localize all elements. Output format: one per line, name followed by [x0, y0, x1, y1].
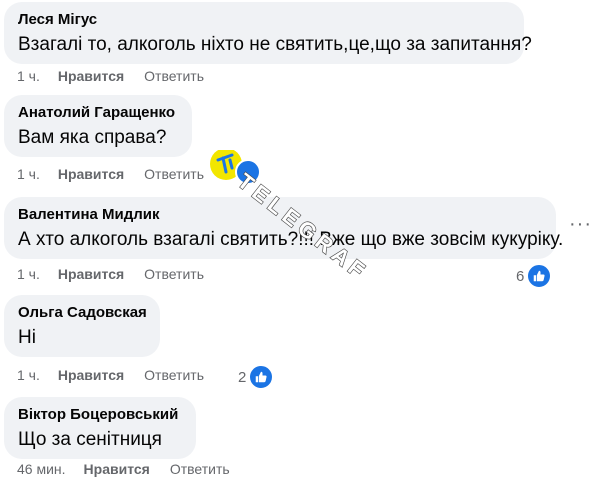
comment-text: Ні: [18, 327, 36, 348]
thumbs-up-icon: [526, 263, 553, 289]
comment-time[interactable]: 1 ч.: [17, 166, 40, 182]
reply-button[interactable]: Ответить: [144, 166, 204, 182]
comment-author[interactable]: Валентина Мидлик: [18, 206, 542, 224]
telegraf-logo-icon: [210, 148, 242, 180]
comment-bubble: Анатолий Гаращенко Вам яка справа?: [4, 95, 192, 157]
comment-actions: 46 мин. Нравится Ответить: [17, 461, 230, 477]
reply-button[interactable]: Ответить: [144, 68, 204, 84]
comment-text: Взагалі то, алкоголь ніхто не святить,це…: [18, 34, 532, 55]
comment-text: Що за сенітниця: [18, 429, 162, 450]
reply-button[interactable]: Ответить: [144, 266, 204, 282]
comment-bubble: Леся Мігус Взагалі то, алкоголь ніхто не…: [4, 2, 532, 64]
like-button[interactable]: Нравится: [58, 266, 124, 282]
reaction-count: 6: [516, 267, 525, 285]
comment-text: Вам яка справа?: [18, 127, 167, 148]
comment-time[interactable]: 1 ч.: [17, 266, 40, 282]
comment-actions: 1 ч. Нравится Ответить: [17, 266, 204, 282]
reply-button[interactable]: Ответить: [144, 367, 204, 383]
comment-bubble: Ольга Садовская Ні: [4, 295, 160, 357]
reaction-count: 2: [238, 368, 247, 386]
comment-actions: 1 ч. Нравится Ответить: [17, 68, 204, 84]
comment-author[interactable]: Віктор Боцеровський: [18, 406, 182, 424]
comment-actions: 1 ч. Нравится Ответить: [17, 367, 204, 383]
like-button[interactable]: Нравится: [58, 166, 124, 182]
reactions-count[interactable]: 2: [238, 364, 275, 390]
like-button[interactable]: Нравится: [58, 367, 124, 383]
like-button[interactable]: Нравится: [84, 461, 150, 477]
comment-time[interactable]: 1 ч.: [17, 68, 40, 84]
reply-button[interactable]: Ответить: [170, 461, 230, 477]
like-button[interactable]: Нравится: [58, 68, 124, 84]
comment-actions: 1 ч. Нравится Ответить: [17, 166, 204, 182]
reactions-count[interactable]: 6: [516, 263, 553, 289]
more-options-icon[interactable]: ···: [569, 213, 592, 236]
comment-bubble: Валентина Мидлик А хто алкоголь взагалі …: [4, 197, 564, 259]
comment-bubble: Віктор Боцеровський Що за сенітниця: [4, 397, 196, 459]
comment-author[interactable]: Ольга Садовская: [18, 304, 147, 322]
comment-time[interactable]: 1 ч.: [17, 367, 40, 383]
thumbs-up-icon: [248, 364, 275, 390]
comment-text: А хто алкоголь взагалі святить?!!! Вже щ…: [18, 229, 564, 250]
comment-author[interactable]: Леся Мігус: [18, 11, 510, 29]
comment-author[interactable]: Анатолий Гаращенко: [18, 104, 178, 122]
comment-time[interactable]: 46 мин.: [17, 461, 66, 477]
